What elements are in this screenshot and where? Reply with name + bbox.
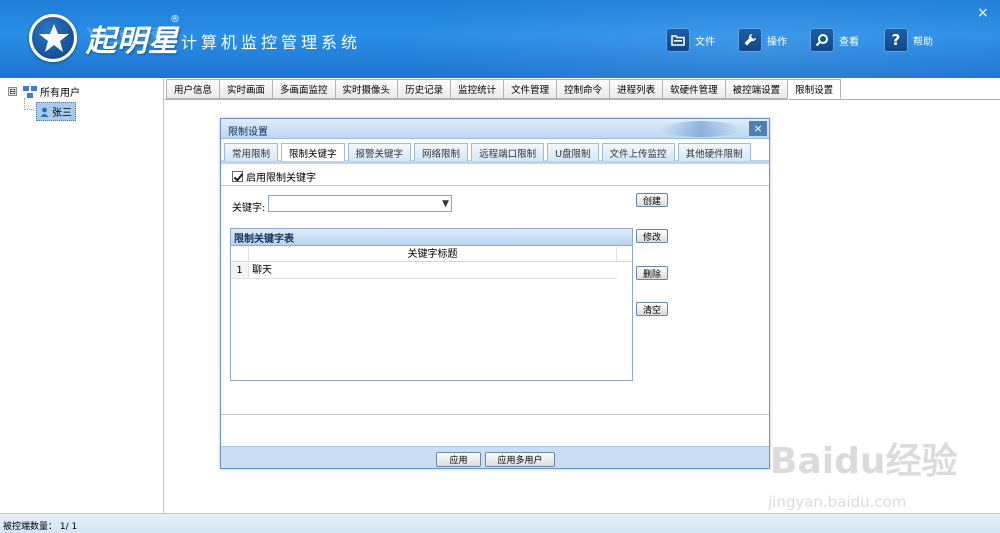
user-icon [40,107,49,117]
tree-collapse-icon[interactable]: ⊟ [8,87,17,96]
tree-item-user[interactable]: 张三 [36,102,76,121]
modify-button[interactable]: 修改 [636,229,668,243]
brand-reflection: 起明星 [86,24,176,46]
dlg-tab-remote-port[interactable]: 远程端口限制 [471,143,545,161]
tab-history[interactable]: 历史记录 [397,79,451,99]
folder-icon [666,28,690,52]
magnifier-icon [810,28,834,52]
main-tab-baseline [164,99,1000,100]
keyword-table-title: 限制关键字表 [231,229,632,246]
app-header: 起明星 起明星 ® 计算机监控管理系统 × 文件 操作 查看 ? 帮助 [0,0,1000,78]
dlg-tab-restrict-keywords[interactable]: 限制关键字 [281,143,345,161]
toolbar-view-label: 查看 [839,36,859,48]
divider [221,185,769,186]
tab-realtime-camera[interactable]: 实时摄像头 [334,79,398,99]
logo-star-icon [29,14,77,62]
tab-multi-screen[interactable]: 多画面监控 [272,79,335,99]
client-count-status: 被控端数量： 1/ 1 [3,522,78,532]
keyword-table: 限制关键字表 关键字标题 1 聊天 [230,228,633,381]
dialog-footer: 应用 应用多用户 [221,446,769,468]
toolbar-help-button[interactable]: ? 帮助 [884,27,933,53]
registered-mark: ® [170,14,180,25]
table-row[interactable]: 1 聊天 [231,263,617,279]
window-close-button[interactable]: × [977,6,989,20]
dlg-tab-network[interactable]: 网络限制 [414,143,469,161]
create-button[interactable]: 创建 [636,193,668,207]
main-tab-bar: 用户信息 实时画面 多画面监控 实时摄像头 历史记录 监控统计 文件管理 控制命… [166,79,842,99]
toolbar-operate-label: 操作 [767,36,787,48]
chevron-down-icon[interactable]: ▼ [442,199,449,209]
toolbar-file-label: 文件 [695,36,715,48]
dialog-close-button[interactable]: × [749,121,767,136]
watermark-url: jingyan.baidu.com [768,493,907,511]
tab-process-list[interactable]: 进程列表 [609,79,663,99]
delete-button[interactable]: 删除 [636,266,668,280]
help-icon: ? [884,28,908,52]
enable-keyword-checkbox[interactable] [232,171,243,182]
watermark-logo: Baidu经验 [770,441,958,482]
titlebar-decoration [661,121,741,137]
tree-root-all-users[interactable]: ⊟ 所有用户 [8,84,80,99]
dlg-tab-other-hardware[interactable]: 其他硬件限制 [677,143,751,161]
tab-control-commands[interactable]: 控制命令 [556,79,610,99]
row-number-header [231,247,249,261]
tab-file-management[interactable]: 文件管理 [503,79,557,99]
tab-client-settings[interactable]: 被控端设置 [724,79,788,99]
keyword-label: 关键字: [232,203,266,214]
toolbar-view-button[interactable]: 查看 [810,27,859,53]
network-icon [23,85,37,98]
toolbar-operate-button[interactable]: 操作 [738,27,787,53]
dialog-tab-bar: 常用限制 限制关键字 报警关键字 网络限制 远程端口限制 U盘限制 文件上传监控… [224,143,754,161]
toolbar-help-label: 帮助 [913,36,933,48]
enable-keyword-restriction-row[interactable]: 启用限制关键字 [232,169,316,184]
tab-realtime-screen[interactable]: 实时画面 [219,79,273,99]
divider [221,414,769,415]
dlg-tab-usb[interactable]: U盘限制 [547,143,599,161]
tab-hw-sw-management[interactable]: 软硬件管理 [662,79,725,99]
row-number: 1 [231,263,249,278]
tab-restriction-settings[interactable]: 限制设置 [787,79,842,99]
tab-statistics[interactable]: 监控统计 [450,79,504,99]
status-bar: 被控端数量： 1/ 1 [0,513,1000,533]
enable-keyword-label: 启用限制关键字 [246,173,316,184]
dlg-tab-file-upload[interactable]: 文件上传监控 [601,143,675,161]
column-header-keyword-title[interactable]: 关键字标题 [249,247,617,261]
apply-multi-user-button[interactable]: 应用多用户 [485,452,555,467]
tree-connector [24,98,34,110]
row-keyword-value[interactable]: 聊天 [249,263,272,278]
keyword-table-header: 关键字标题 [231,247,632,262]
user-tree-panel: ⊟ 所有用户 张三 [0,78,164,513]
dlg-tab-common[interactable]: 常用限制 [224,143,279,161]
tree-root-label: 所有用户 [40,88,80,99]
wrench-icon [738,28,762,52]
clear-button[interactable]: 清空 [636,302,668,316]
tree-item-user-label: 张三 [52,108,72,119]
restriction-settings-dialog: 限制设置 × 常用限制 限制关键字 报警关键字 网络限制 远程端口限制 U盘限制… [220,118,770,469]
keyword-combobox[interactable]: ▼ [268,195,452,212]
dlg-tab-alarm-keywords[interactable]: 报警关键字 [347,143,412,161]
dialog-title: 限制设置 [228,127,268,138]
apply-button[interactable]: 应用 [436,452,481,467]
tree-item-user-box[interactable]: 张三 [36,102,76,121]
app-subtitle: 计算机监控管理系统 [181,33,362,52]
tab-user-info[interactable]: 用户信息 [166,79,220,99]
dialog-titlebar[interactable]: 限制设置 × [221,119,769,139]
toolbar-file-button[interactable]: 文件 [666,27,715,53]
